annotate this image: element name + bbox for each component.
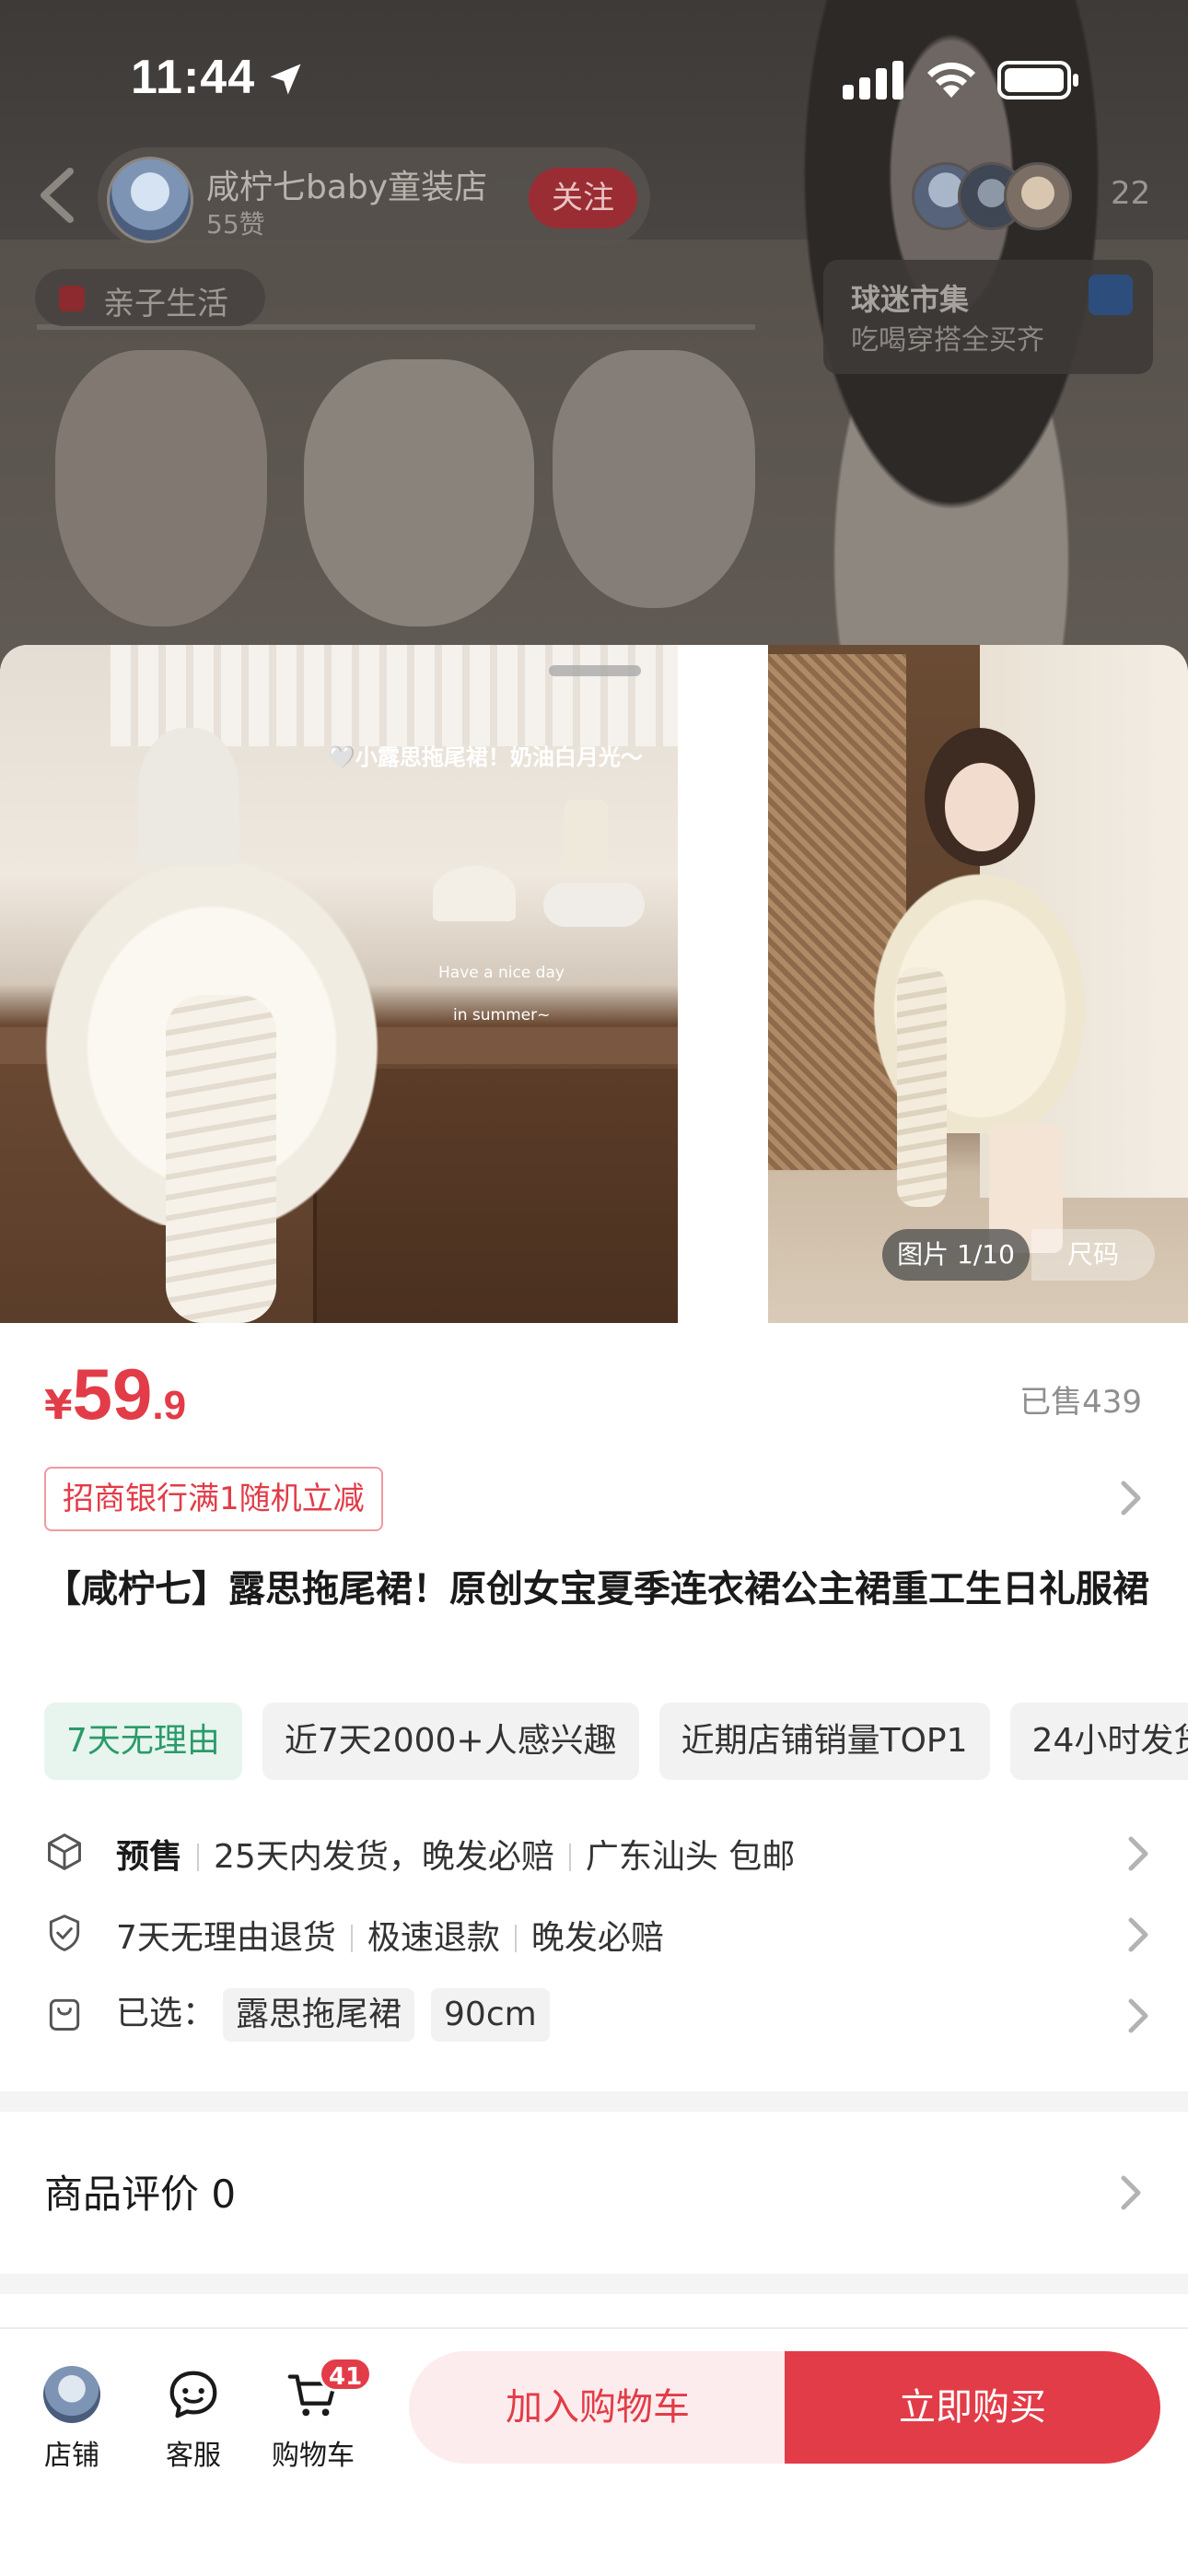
chip-shipping-time[interactable]: 24小时发货 (1009, 1703, 1188, 1780)
back-chevron-icon[interactable] (33, 166, 79, 225)
product-title: 【咸柠七】露思拖尾裙！原创女宝夏季连衣裙公主裙重工生日礼服裙 (44, 1568, 1149, 1610)
gallery-scroll-indicator (549, 665, 641, 676)
photo-text-line: Have a nice day (438, 964, 565, 982)
ship-origin: 广东汕头 包邮 (585, 1838, 796, 1876)
viewer-count[interactable]: 22 (1111, 175, 1150, 212)
guarantee-text: 7天无理由退货 极速退款 晚发必赔 (116, 1911, 664, 1959)
reviews-header[interactable]: 商品评价 0 (44, 2163, 236, 2219)
separator (350, 1925, 353, 1952)
photo-text-line: in summer~ (453, 1006, 551, 1025)
cart-count-badge: 41 (319, 2357, 373, 2392)
chip-return-policy[interactable]: 7天无理由 (44, 1703, 242, 1780)
hanging-dress (304, 359, 534, 626)
price-decimal: .9 (152, 1383, 187, 1428)
shipping-row[interactable]: 预售 25天内发货，晚发必赔 广东汕头 包邮 (44, 1824, 1149, 1879)
store-avatar (43, 2366, 100, 2423)
tag-icon (59, 286, 85, 311)
selection-label: 已选： (116, 1995, 216, 2032)
cart-label: 购物车 (272, 2440, 355, 2472)
shop-avatar[interactable] (107, 157, 193, 243)
store-label: 店铺 (44, 2440, 99, 2472)
chat-bubble-icon (169, 2371, 217, 2418)
customer-service-button[interactable]: 客服 (138, 2366, 249, 2473)
lace-trail (897, 967, 947, 1207)
chevron-right-icon[interactable] (1127, 1916, 1149, 1953)
bank-promo-tag[interactable]: 招商银行满1随机立减 (44, 1467, 383, 1531)
chevron-right-icon[interactable] (1120, 2174, 1142, 2211)
selection-row[interactable]: 已选： 露思拖尾裙 90cm (44, 1986, 1149, 2042)
cake (433, 866, 516, 921)
live-shop-header[interactable]: 咸柠七baby童装店 55赞 关注 (98, 147, 650, 247)
live-tag[interactable]: 亲子生活 (35, 269, 265, 326)
sold-count: 已售439 (1019, 1384, 1142, 1421)
status-bar: 11:44 (0, 0, 1188, 157)
section-divider (0, 2274, 1188, 2294)
separator (514, 1925, 517, 1952)
size-chart-tab[interactable]: 尺码 (1031, 1229, 1155, 1281)
price-integer: 59 (72, 1353, 153, 1434)
cart-button[interactable]: 41 购物车 (258, 2357, 373, 2473)
selected-style[interactable]: 露思拖尾裙 (223, 1988, 415, 2042)
guarantee-row[interactable]: 7天无理由退货 极速退款 晚发必赔 (44, 1905, 1149, 1961)
viewer-avatar (1004, 162, 1072, 230)
product-photo-secondary[interactable] (768, 645, 1188, 1323)
store-button[interactable]: 店铺 (17, 2366, 127, 2473)
promo-card-subtitle: 吃喝穿搭全买齐 (851, 324, 1044, 357)
service-label: 客服 (166, 2440, 221, 2472)
section-divider (0, 2091, 1188, 2112)
selected-size[interactable]: 90cm (431, 1988, 550, 2042)
wifi-icon (927, 62, 975, 98)
location-arrow-icon (270, 64, 301, 95)
separator (568, 1844, 571, 1871)
mannequin (138, 728, 239, 866)
shop-name: 咸柠七baby童装店 (206, 169, 488, 206)
fast-refund: 极速退款 (367, 1919, 500, 1957)
late-compensation: 晚发必赔 (530, 1919, 664, 1957)
candle (564, 800, 608, 873)
chip-sales-rank[interactable]: 近期店铺销量TOP1 (658, 1703, 990, 1780)
shoes (543, 883, 645, 927)
separator (197, 1844, 200, 1871)
lace-trail (166, 995, 276, 1323)
battery-icon (997, 61, 1078, 100)
jersey-icon (1089, 275, 1133, 315)
status-time: 11:44 (131, 51, 256, 104)
promo-card[interactable]: 球迷市集 吃喝穿搭全买齐 (823, 260, 1153, 374)
presale-badge: 预售 (116, 1838, 183, 1876)
shipping-text: 预售 25天内发货，晚发必赔 广东汕头 包邮 (116, 1830, 795, 1878)
image-counter[interactable]: 图片 1/10 (882, 1229, 1030, 1281)
photo-overlay-text: 🤍小露思拖尾裙！奶油白月光～ (328, 744, 643, 770)
product-photo-main[interactable]: 🤍小露思拖尾裙！奶油白月光～ Have a nice day in summer… (0, 645, 678, 1323)
model-dress (860, 857, 1100, 1133)
chevron-right-icon[interactable] (1127, 1997, 1149, 2034)
promo-card-title: 球迷市集 (851, 282, 970, 317)
shield-check-icon (49, 1914, 80, 1951)
hanging-dress (55, 350, 267, 626)
price-symbol: ¥ (44, 1382, 73, 1429)
package-icon (48, 1833, 81, 1870)
bottom-action-bar: 店铺 客服 41 购物车 加入购物车 立即购买 (0, 2327, 1188, 2576)
return-policy: 7天无理由退货 (116, 1919, 336, 1957)
feature-chips[interactable]: 7天无理由近7天2000+人感兴趣近期店铺销量TOP124小时发货 (44, 1703, 1188, 1780)
follow-button[interactable]: 关注 (529, 168, 637, 228)
chevron-right-icon[interactable] (1120, 1480, 1142, 1516)
price: ¥59.9 (44, 1352, 186, 1436)
buy-now-button[interactable]: 立即购买 (785, 2351, 1160, 2464)
chip-interest[interactable]: 近7天2000+人感兴趣 (262, 1703, 639, 1780)
shop-likes: 55赞 (206, 209, 265, 240)
live-tag-label: 亲子生活 (103, 286, 228, 322)
product-gallery[interactable]: 🤍小露思拖尾裙！奶油白月光～ Have a nice day in summer… (0, 645, 1188, 1323)
delivery-time: 25天内发货，晚发必赔 (214, 1838, 554, 1876)
shopping-bag-icon (49, 1998, 80, 2031)
add-to-cart-button[interactable]: 加入购物车 (409, 2351, 786, 2464)
chevron-right-icon[interactable] (1127, 1835, 1149, 1872)
model-face (945, 763, 1019, 851)
selection-text: 已选： 露思拖尾裙 90cm (116, 1986, 566, 2042)
cellular-signal-icon (843, 61, 903, 100)
